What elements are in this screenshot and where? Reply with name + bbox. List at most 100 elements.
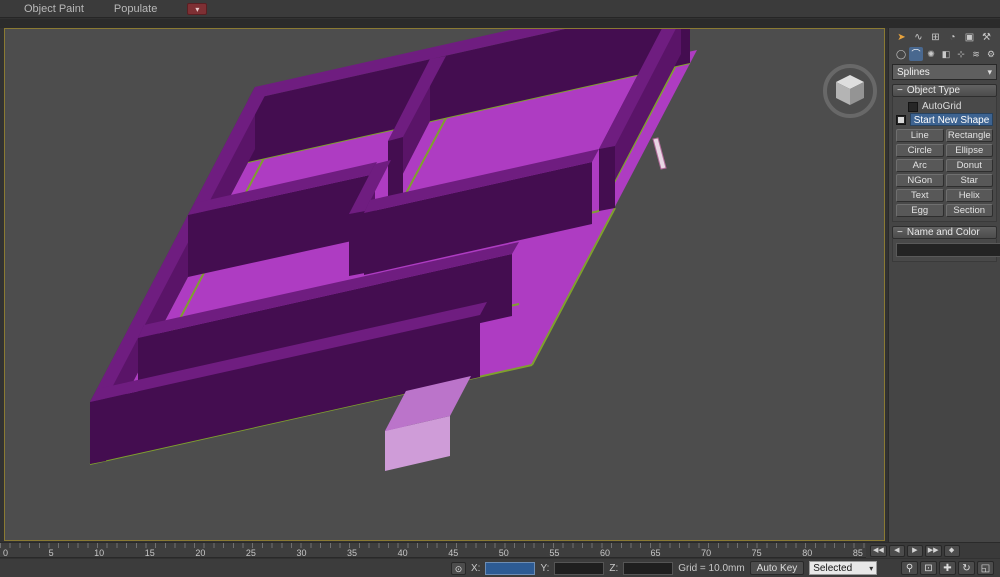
object-type-button-egg[interactable]: Egg	[896, 204, 944, 217]
time-track-bar[interactable]: 0 5 10 15 20 25 30 35 40 45 50 55 60 65 …	[0, 542, 866, 558]
command-panel-tabs: ➤ ∿ ⊞ ◔ ▣ ⚒	[889, 28, 1000, 45]
viewcube[interactable]	[825, 66, 875, 116]
divider-lower-face-south[interactable]	[349, 211, 365, 276]
pan-icon[interactable]: ✚	[939, 561, 956, 575]
ribbon-gap-strip	[0, 19, 1000, 28]
object-type-rollout: − Object Type AutoGrid Start New Shape L…	[892, 84, 997, 222]
object-type-buttons: Line Rectangle Circle Ellipse Arc Donut …	[896, 129, 993, 217]
floorplan-spline-object[interactable]	[90, 29, 697, 471]
object-type-button-ellipse[interactable]: Ellipse	[946, 144, 994, 157]
geometry-category-icon[interactable]: ◯	[894, 47, 908, 61]
x-coordinate-input[interactable]	[485, 562, 535, 575]
selection-lock-toggle-icon[interactable]: ⊙	[451, 562, 466, 575]
frame-label: 10	[94, 548, 104, 558]
selection-set-dropdown[interactable]: Selected ▾	[809, 561, 877, 575]
object-name-input[interactable]	[896, 243, 1000, 257]
key-mode-button[interactable]: ◆	[944, 545, 960, 557]
frame-label: 20	[195, 548, 205, 558]
x-coordinate-label: X:	[471, 563, 480, 574]
frame-label: 85	[853, 548, 863, 558]
z-coordinate-input[interactable]	[623, 562, 673, 575]
autogrid-checkbox[interactable]	[908, 102, 918, 112]
previous-frame-button[interactable]: ◀	[889, 545, 905, 557]
selection-set-value: Selected	[813, 562, 852, 575]
frame-label: 65	[651, 548, 661, 558]
chevron-down-icon: ▾	[869, 562, 873, 575]
ribbon-tab-object-paint[interactable]: Object Paint	[24, 3, 84, 15]
3dsmax-window: Object Paint Populate ▾	[0, 0, 1000, 577]
shape-category-dropdown[interactable]: Splines ▾	[892, 64, 997, 80]
maximize-viewport-icon[interactable]: ◱	[977, 561, 994, 575]
object-type-button-text[interactable]: Text	[896, 189, 944, 202]
object-type-button-circle[interactable]: Circle	[896, 144, 944, 157]
frame-label: 55	[549, 548, 559, 558]
autogrid-label: AutoGrid	[922, 101, 961, 112]
command-panel: ➤ ∿ ⊞ ◔ ▣ ⚒ ◯ ⌒ ✺ ◧ ⊹ ≋ ⚙ Splines ▾ − Ob…	[888, 28, 1000, 542]
orbit-icon[interactable]: ↻	[958, 561, 975, 575]
frame-label: 5	[49, 548, 54, 558]
frame-label: 25	[246, 548, 256, 558]
status-bar: ⊙ X: Y: Z: Grid = 10.0mm Auto Key Select…	[0, 559, 1000, 577]
shape-category-dropdown-value: Splines	[897, 67, 930, 78]
object-type-button-rectangle[interactable]: Rectangle	[946, 129, 994, 142]
hierarchy-tab-icon[interactable]: ⊞	[928, 31, 943, 45]
display-tab-icon[interactable]: ▣	[962, 31, 977, 45]
frame-label: 0	[3, 548, 8, 558]
object-type-rollout-body: AutoGrid Start New Shape Line Rectangle …	[892, 97, 997, 222]
y-coordinate-input[interactable]	[554, 562, 604, 575]
frame-label: 70	[701, 548, 711, 558]
next-frame-button[interactable]: ▶▶	[925, 545, 942, 557]
start-new-shape-button[interactable]: Start New Shape	[910, 113, 993, 126]
start-new-shape-checkbox[interactable]	[896, 115, 906, 125]
collapse-icon: −	[897, 227, 903, 238]
name-and-color-rollout-header[interactable]: − Name and Color	[892, 226, 997, 239]
wall-east-face-south[interactable]	[599, 146, 615, 211]
perspective-viewport[interactable]	[4, 28, 885, 541]
utilities-tab-icon[interactable]: ⚒	[979, 31, 994, 45]
motion-tab-icon[interactable]: ◔	[945, 31, 960, 45]
object-type-button-arc[interactable]: Arc	[896, 159, 944, 172]
collapse-icon: −	[897, 85, 903, 96]
viewport-canvas[interactable]	[5, 29, 884, 540]
viewport-navigation-controls: ⚲ ⊡ ✚ ↻ ◱	[901, 561, 994, 575]
cameras-category-icon[interactable]: ◧	[939, 47, 953, 61]
frame-label: 75	[752, 548, 762, 558]
helpers-category-icon[interactable]: ⊹	[954, 47, 968, 61]
ribbon-tab-populate[interactable]: Populate	[114, 3, 157, 15]
object-type-button-section[interactable]: Section	[946, 204, 994, 217]
zoom-extents-icon[interactable]: ⊡	[920, 561, 937, 575]
object-type-button-star[interactable]: Star	[946, 174, 994, 187]
space-warps-category-icon[interactable]: ≋	[969, 47, 983, 61]
shapes-category-icon[interactable]: ⌒	[909, 47, 923, 61]
play-button[interactable]: ▶	[907, 545, 923, 557]
frame-label: 15	[145, 548, 155, 558]
frame-label: 40	[398, 548, 408, 558]
y-coordinate-label: Y:	[540, 563, 549, 574]
ribbon-tool-icon[interactable]: ▾	[187, 3, 207, 15]
auto-key-button[interactable]: Auto Key	[750, 561, 805, 575]
frame-label: 60	[600, 548, 610, 558]
create-categories: ◯ ⌒ ✺ ◧ ⊹ ≋ ⚙	[889, 45, 1000, 61]
object-type-button-helix[interactable]: Helix	[946, 189, 994, 202]
object-type-rollout-title: Object Type	[907, 85, 960, 96]
frame-label: 50	[499, 548, 509, 558]
object-type-button-line[interactable]: Line	[896, 129, 944, 142]
transport-controls: ◀◀ ◀ ▶ ▶▶ ◆	[866, 542, 1000, 558]
name-and-color-rollout: − Name and Color	[892, 226, 997, 262]
object-type-rollout-header[interactable]: − Object Type	[892, 84, 997, 97]
modify-tab-icon[interactable]: ∿	[911, 31, 926, 45]
lights-category-icon[interactable]: ✺	[924, 47, 938, 61]
divider-upper-face-south[interactable]	[388, 137, 403, 203]
z-coordinate-label: Z:	[609, 563, 618, 574]
object-type-button-ngon[interactable]: NGon	[896, 174, 944, 187]
previous-key-button[interactable]: ◀◀	[870, 545, 887, 557]
chevron-down-icon: ▾	[987, 67, 992, 78]
name-and-color-rollout-body	[892, 239, 997, 262]
name-and-color-rollout-title: Name and Color	[907, 227, 980, 238]
systems-category-icon[interactable]: ⚙	[984, 47, 998, 61]
zoom-icon[interactable]: ⚲	[901, 561, 918, 575]
ribbon-bar: Object Paint Populate ▾	[0, 0, 1000, 18]
frame-label: 35	[347, 548, 357, 558]
object-type-button-donut[interactable]: Donut	[946, 159, 994, 172]
create-tab-icon[interactable]: ➤	[894, 31, 909, 45]
